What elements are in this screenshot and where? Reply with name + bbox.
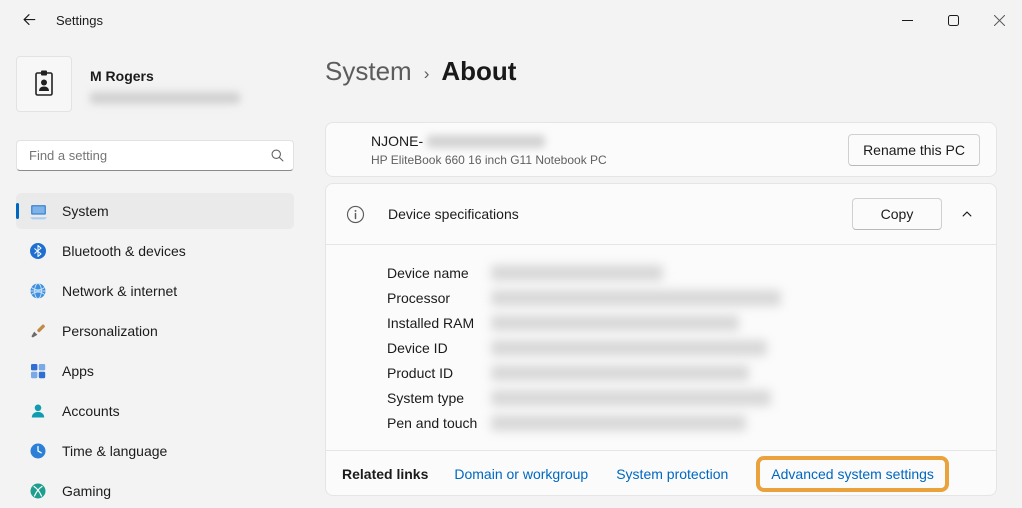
minimize-icon xyxy=(901,19,913,21)
apps-icon xyxy=(28,361,48,381)
spec-row: Processor xyxy=(387,285,996,310)
spec-row: Pen and touch xyxy=(387,410,996,435)
sidebar-item-label: Time & language xyxy=(62,443,168,459)
search-input[interactable] xyxy=(29,148,270,163)
spec-label: Device ID xyxy=(387,339,448,356)
maximize-icon xyxy=(947,14,959,26)
redacted-value xyxy=(491,339,767,356)
sidebar-item-accounts[interactable]: Accounts xyxy=(16,393,294,429)
sidebar-item-label: Bluetooth & devices xyxy=(62,243,186,259)
search-icon xyxy=(271,149,284,162)
redacted-value xyxy=(491,289,781,306)
time-language-icon xyxy=(28,441,48,461)
pc-name: NJONE- xyxy=(371,132,424,149)
sidebar-item-time-language[interactable]: Time & language xyxy=(16,433,294,469)
spec-row: Product ID xyxy=(387,360,996,385)
minimize-button[interactable] xyxy=(884,0,930,40)
window-title: Settings xyxy=(56,12,103,28)
sidebar-item-label: Apps xyxy=(62,363,94,379)
chevron-up-icon xyxy=(962,211,972,217)
network-icon xyxy=(28,281,48,301)
sidebar-item-label: System xyxy=(62,203,109,219)
personalization-icon xyxy=(28,321,48,341)
device-specs-card: Device specifications Copy Device name P… xyxy=(325,183,997,496)
sidebar-item-label: Accounts xyxy=(62,403,120,419)
redacted-value xyxy=(491,264,663,281)
spec-row: System type xyxy=(387,385,996,410)
redacted-user-email xyxy=(90,92,240,104)
main-content: System › About NJONE- HP EliteBook 660 1… xyxy=(310,40,1022,508)
collapse-expander-button[interactable] xyxy=(950,198,984,230)
spec-row: Device name xyxy=(387,260,996,285)
redacted-value xyxy=(491,314,739,331)
breadcrumb-system[interactable]: System xyxy=(325,56,412,87)
redacted-value xyxy=(491,414,746,431)
sidebar-item-label: Gaming xyxy=(62,483,112,499)
bluetooth-icon xyxy=(28,241,48,261)
related-links-row: Related links Domain or workgroup System… xyxy=(326,451,996,496)
gaming-icon xyxy=(28,481,48,501)
user-name: M Rogers xyxy=(90,68,154,84)
spec-row: Installed RAM xyxy=(387,310,996,335)
sidebar-item-gaming[interactable]: Gaming xyxy=(16,473,294,508)
sidebar-item-system[interactable]: System xyxy=(16,193,294,229)
sidebar: M Rogers System xyxy=(0,40,310,508)
system-icon xyxy=(28,201,48,221)
page-title: About xyxy=(441,56,517,86)
sidebar-item-label: Network & internet xyxy=(62,283,178,299)
spec-label: Device name xyxy=(387,264,469,281)
sidebar-item-bluetooth-devices[interactable]: Bluetooth & devices xyxy=(16,233,294,269)
sidebar-item-label: Personalization xyxy=(62,323,158,339)
spec-label: Processor xyxy=(387,289,451,306)
close-icon xyxy=(993,14,1005,26)
pc-name-card: NJONE- HP EliteBook 660 16 inch G11 Note… xyxy=(325,122,997,177)
sidebar-item-apps[interactable]: Apps xyxy=(16,353,294,389)
close-button[interactable] xyxy=(976,0,1022,40)
user-account[interactable]: M Rogers xyxy=(16,56,294,112)
device-specs-title: Device specifications xyxy=(388,206,519,222)
titlebar: Settings xyxy=(0,0,1022,40)
search-box[interactable] xyxy=(16,140,294,171)
back-button[interactable] xyxy=(12,5,46,35)
maximize-button[interactable] xyxy=(930,0,976,40)
link-advanced-system-settings[interactable]: Advanced system settings xyxy=(771,466,934,482)
spec-label: Product ID xyxy=(387,364,454,381)
spec-label: Installed RAM xyxy=(387,314,475,331)
link-domain-or-workgroup[interactable]: Domain or workgroup xyxy=(454,466,588,482)
pc-model: HP EliteBook 660 16 inch G11 Notebook PC xyxy=(371,152,607,167)
device-specs-header[interactable]: Device specifications Copy xyxy=(326,184,996,244)
accounts-icon xyxy=(28,401,48,421)
spec-label: Pen and touch xyxy=(387,414,478,431)
sidebar-nav: System Bluetooth & devices Network & int… xyxy=(16,193,294,508)
redacted-value xyxy=(491,364,749,381)
redacted-value xyxy=(491,389,771,406)
sidebar-item-personalization[interactable]: Personalization xyxy=(16,313,294,349)
rename-pc-button[interactable]: Rename this PC xyxy=(848,133,980,166)
avatar xyxy=(16,56,72,112)
breadcrumb-separator-icon: › xyxy=(423,63,430,83)
spec-label: System type xyxy=(387,389,465,406)
redacted-pc-name xyxy=(427,135,546,149)
back-arrow-icon xyxy=(23,14,36,26)
breadcrumb: System › About xyxy=(325,56,516,87)
sidebar-item-network-internet[interactable]: Network & internet xyxy=(16,273,294,309)
spec-row: Device ID xyxy=(387,335,996,360)
link-system-protection[interactable]: System protection xyxy=(616,466,728,482)
copy-button[interactable]: Copy xyxy=(852,198,942,230)
device-specs-body: Device name Processor Installed RAM Devi… xyxy=(326,245,996,450)
related-links-label: Related links xyxy=(342,465,429,482)
info-icon xyxy=(346,205,365,223)
advanced-settings-highlight: Advanced system settings xyxy=(756,455,949,492)
badge-icon xyxy=(35,70,53,96)
